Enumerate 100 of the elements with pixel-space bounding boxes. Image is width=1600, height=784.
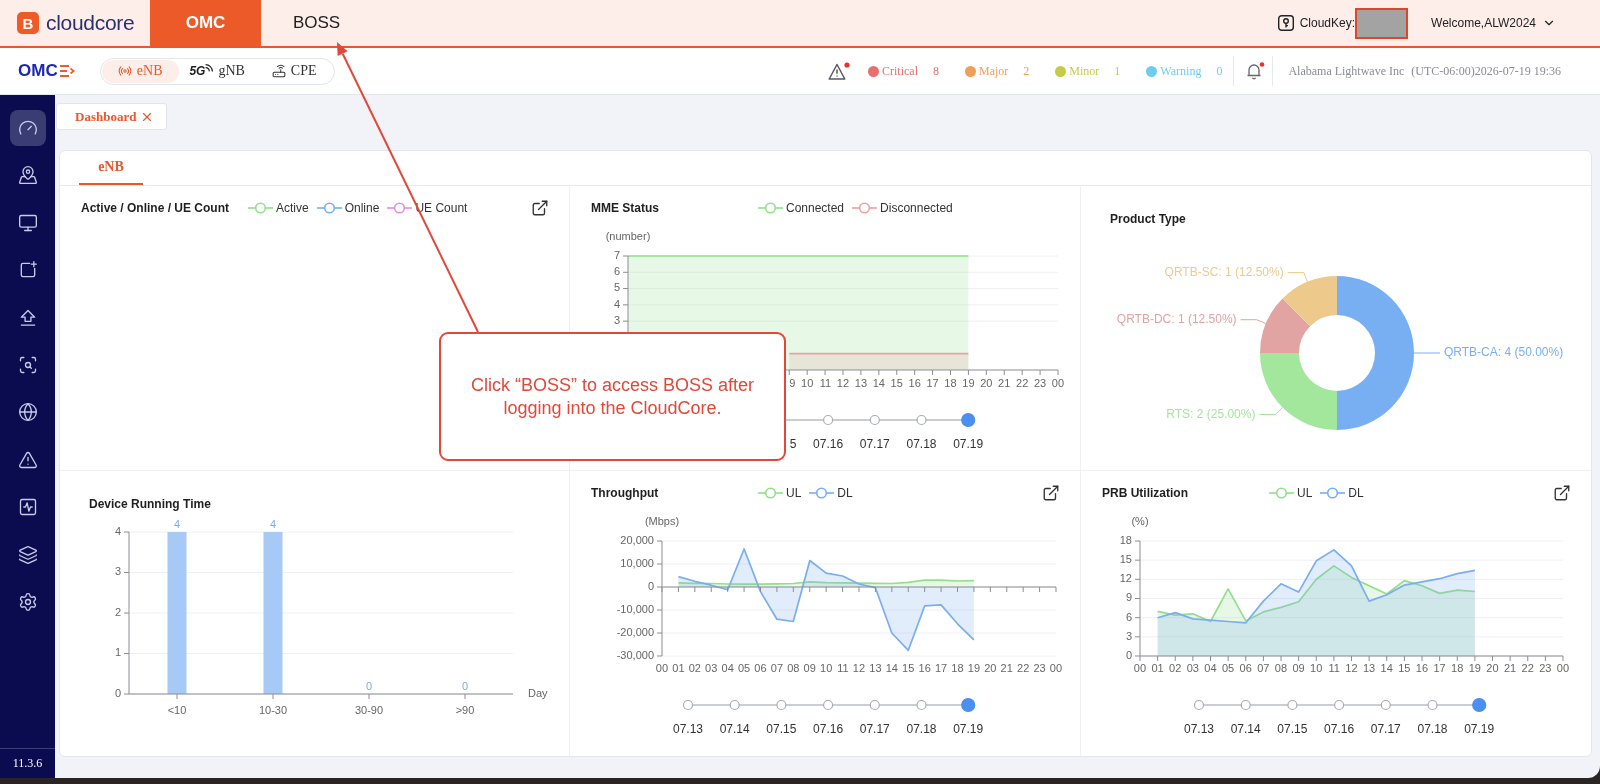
bell-icon[interactable] xyxy=(1245,61,1266,81)
timeline-dot[interactable] xyxy=(729,699,740,711)
external-link-icon[interactable] xyxy=(531,199,549,217)
timeline-dot[interactable] xyxy=(1193,699,1205,711)
axis-tick-label: 4 xyxy=(114,524,121,537)
timeline-label[interactable]: 07.16 xyxy=(813,437,844,452)
legend-item[interactable]: Active xyxy=(248,201,309,215)
timeline-label[interactable]: 07.13 xyxy=(672,722,703,737)
leader-line xyxy=(1413,352,1441,354)
timeline-label[interactable]: 07.17 xyxy=(1370,722,1401,737)
axis-tick-label: 00 xyxy=(655,661,669,674)
legend-item[interactable]: UL xyxy=(758,486,802,500)
header-tab[interactable]: BOSS xyxy=(261,0,372,46)
axis-tick-label: 15 xyxy=(902,661,915,674)
menu-icon[interactable] xyxy=(59,65,75,77)
timeline-label[interactable]: 5 xyxy=(789,437,797,452)
timeline-label[interactable]: 07.14 xyxy=(1230,722,1261,737)
timeline-label[interactable]: 07.14 xyxy=(719,722,750,737)
timeline-dot[interactable] xyxy=(1380,699,1391,711)
timeline-dot[interactable] xyxy=(1427,699,1438,711)
axis-tick-label: 18 xyxy=(951,661,964,674)
timeline-label[interactable]: 07.18 xyxy=(1417,722,1448,737)
timeline-dot[interactable] xyxy=(1287,699,1298,711)
axis-tick-label: <10 xyxy=(167,703,187,716)
timeline-label[interactable]: 07.19 xyxy=(953,722,984,737)
axis-tick-label: 11 xyxy=(1328,661,1340,674)
timeline-dot[interactable] xyxy=(1472,697,1487,713)
axis-tick-label: 12 xyxy=(852,661,866,674)
timeline-dot[interactable] xyxy=(1334,699,1345,711)
axis-tick-label: 18 xyxy=(944,376,957,389)
legend-item[interactable]: Disconnected xyxy=(852,201,953,215)
timeline-dot[interactable] xyxy=(823,414,834,426)
segment-tab[interactable]: 5G gNB xyxy=(178,59,256,83)
warning-icon[interactable] xyxy=(828,61,851,81)
key-icon xyxy=(1277,15,1294,31)
generation-mark: 5G xyxy=(189,64,206,78)
chart-title: PRB Utilization xyxy=(1102,486,1189,500)
axis-tick-label: 21 xyxy=(998,376,1011,389)
axis-tick-label: 01 xyxy=(1151,661,1164,674)
axis-tick-label: 10,000 xyxy=(620,556,654,569)
timeline-dot[interactable] xyxy=(1240,699,1251,711)
legend-item[interactable]: DL xyxy=(1320,486,1364,500)
timeline-label[interactable]: 07.15 xyxy=(766,722,797,737)
timeline-label[interactable]: 07.19 xyxy=(953,437,984,452)
timeline-label[interactable]: 07.17 xyxy=(859,722,890,737)
axis-tick-label: 08 xyxy=(1274,661,1288,674)
axis-tick-label: 20 xyxy=(1486,661,1499,674)
chart-title: Product Type xyxy=(1110,212,1186,226)
timeline-dot[interactable] xyxy=(916,699,927,711)
timeline-dot[interactable] xyxy=(961,697,976,713)
axis-tick-label: 10-30 xyxy=(258,703,288,716)
legend-item[interactable]: Online xyxy=(316,201,380,215)
timeline-dot[interactable] xyxy=(961,412,976,428)
timeline-dot[interactable] xyxy=(916,414,927,426)
timeline-dot[interactable] xyxy=(776,699,787,711)
axis-tick-label: 21 xyxy=(1000,661,1013,674)
timeline-label[interactable]: 07.13 xyxy=(1183,722,1214,737)
timeline-dot[interactable] xyxy=(823,699,834,711)
timeline-label[interactable]: 07.15 xyxy=(1277,722,1308,737)
timeline-dot[interactable] xyxy=(682,699,694,711)
timeline-label[interactable]: 07.16 xyxy=(813,722,844,737)
axis-tick-label: 3 xyxy=(1125,629,1132,642)
axis-tick-label: 10 xyxy=(801,376,814,389)
axis-tick-label: -30,000 xyxy=(616,648,654,661)
timeline-label[interactable]: 07.16 xyxy=(1324,722,1355,737)
timeline-label[interactable]: 07.19 xyxy=(1464,722,1495,737)
axis-tick-label: 12 xyxy=(1119,572,1132,585)
axis-tick-label: -10,000 xyxy=(616,602,654,615)
date-time: (UTC-06:00)2026-07-19 19:36 xyxy=(1411,63,1561,79)
axis-tick-label: 20 xyxy=(980,376,993,389)
slice-label: QRTB-CA: 4 (50.00%) xyxy=(1444,345,1564,360)
axis-tick-label: 03 xyxy=(1186,661,1199,674)
sidebar-item[interactable] xyxy=(9,110,46,146)
timeline-label[interactable]: 07.17 xyxy=(859,437,890,452)
alarm-count: 2 xyxy=(1023,63,1030,79)
axis-tick-label: 9 xyxy=(789,376,796,389)
legend-item[interactable]: DL xyxy=(809,486,853,500)
external-link-icon[interactable] xyxy=(1042,484,1060,502)
legend-item[interactable]: Connected xyxy=(758,201,845,215)
axis-tick-label: 06 xyxy=(1239,661,1252,674)
card-tab[interactable]: eNB xyxy=(79,151,143,185)
axis-tick-label: 6 xyxy=(1125,610,1132,623)
legend-item[interactable]: UL xyxy=(1269,486,1313,500)
axis-tick-label: 21 xyxy=(1503,661,1517,674)
timeline-label[interactable]: 07.18 xyxy=(906,437,937,452)
axis-tick-label: 01 xyxy=(672,661,685,674)
timeline-label[interactable]: 07.18 xyxy=(906,722,937,737)
alarm-count: 8 xyxy=(933,63,940,79)
user-menu[interactable]: Welcome,ALW2024 xyxy=(1431,16,1556,30)
page-tab[interactable]: Dashboard xyxy=(56,103,167,130)
timeline-dot[interactable] xyxy=(869,414,880,426)
axis-tick-label: 23 xyxy=(1033,376,1047,389)
timeline-dot[interactable] xyxy=(869,699,880,711)
axis-tick-label: 7 xyxy=(613,248,620,261)
axis-tick-label: 04 xyxy=(1204,661,1217,674)
leader-line xyxy=(1259,406,1284,415)
external-link-icon[interactable] xyxy=(1553,484,1571,502)
axis-title: (number) xyxy=(605,229,651,242)
segment-tab[interactable]: CPE xyxy=(255,59,333,83)
axis-title: (Mbps) xyxy=(644,514,680,527)
